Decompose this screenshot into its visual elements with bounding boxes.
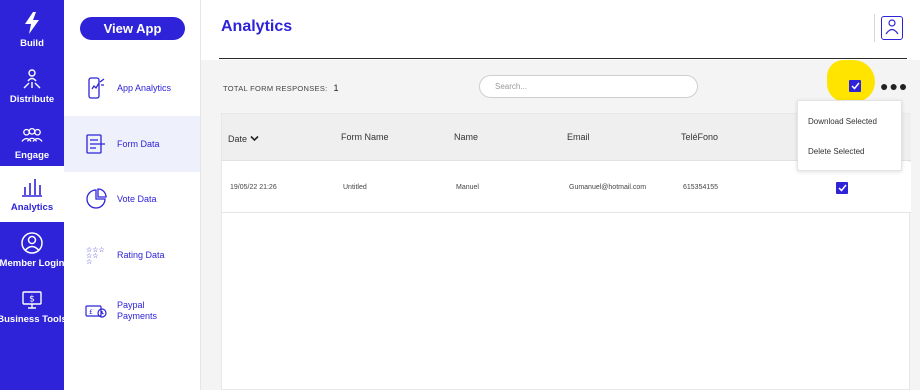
nav-item-business-tools[interactable]: $ Business Tools	[0, 278, 67, 334]
sidebar-item-label: Vote Data	[117, 193, 157, 204]
nav-label: Distribute	[9, 94, 55, 105]
svg-text:☆: ☆	[86, 258, 92, 265]
sidebar-item-paypal-payments[interactable]: £ Paypal Payments	[64, 283, 200, 339]
column-header-telefono: TeléFono	[681, 132, 719, 142]
svg-text:£: £	[89, 309, 93, 316]
nav-item-build[interactable]: Build	[0, 2, 64, 58]
sidebar-item-rating-data[interactable]: ☆☆☆ ☆☆ ☆ Rating Data	[64, 227, 200, 283]
column-header-form-name: Form Name	[341, 132, 389, 142]
engage-icon	[21, 124, 43, 146]
total-responses: TOTAL FORM RESPONSES: 1	[223, 83, 339, 93]
chevron-down-icon	[250, 134, 259, 144]
column-header-date[interactable]: Date	[228, 134, 259, 144]
nav-label: Member Login	[0, 258, 65, 269]
form-icon	[84, 132, 108, 156]
search-input[interactable]: Search...	[479, 75, 698, 98]
primary-nav: Build Distribute Engage Analytics Member…	[0, 0, 67, 390]
total-responses-label: TOTAL FORM RESPONSES:	[223, 83, 328, 93]
cell-name: Manuel	[456, 184, 479, 191]
header-divider-line	[219, 58, 907, 59]
profile-button[interactable]	[881, 16, 903, 40]
phone-analytics-icon	[84, 76, 108, 100]
pie-chart-icon	[84, 187, 108, 211]
sidebar-item-label: Rating Data	[117, 249, 165, 260]
nav-label: Business Tools	[0, 314, 67, 325]
sidebar-item-vote-data[interactable]: Vote Data	[64, 171, 200, 227]
sidebar-item-app-analytics[interactable]: App Analytics	[64, 60, 200, 116]
row-checkbox[interactable]	[836, 182, 848, 194]
svg-text:$: $	[29, 295, 35, 305]
nav-item-engage[interactable]: Engage	[0, 114, 64, 170]
menu-item-download-selected[interactable]: Download Selected	[808, 117, 877, 126]
nav-item-analytics[interactable]: Analytics	[0, 166, 64, 222]
nav-label: Build	[20, 38, 44, 49]
main-panel: Analytics TOTAL FORM RESPONSES: 1 Search…	[201, 0, 920, 390]
bolt-icon	[21, 12, 43, 34]
sidebar-item-label: App Analytics	[117, 82, 172, 93]
payment-card-icon: £	[84, 299, 108, 323]
analytics-sidebar: View App App Analytics Form Data Vote Da…	[64, 0, 201, 390]
more-options-button[interactable]: ●●●	[880, 79, 908, 93]
menu-item-delete-selected[interactable]: Delete Selected	[808, 147, 864, 156]
user-circle-icon	[21, 232, 43, 254]
sidebar-item-label: Paypal Payments	[117, 300, 158, 321]
distribute-icon	[21, 68, 43, 90]
nav-label: Engage	[14, 150, 50, 161]
total-responses-count: 1	[333, 83, 339, 93]
page-title: Analytics	[221, 18, 293, 35]
form-data-content: TOTAL FORM RESPONSES: 1 Search... ●●● Da…	[201, 60, 920, 390]
briefcase-dollar-icon: $	[21, 288, 43, 310]
actions-dropdown-menu: Download Selected Delete Selected	[797, 100, 902, 171]
bar-chart-icon	[21, 176, 43, 198]
nav-item-member-login[interactable]: Member Login	[0, 222, 64, 278]
search-placeholder: Search...	[495, 82, 528, 91]
column-header-email: Email	[567, 132, 590, 142]
column-header-name: Name	[454, 132, 479, 142]
cell-date: 19/05/22 21:26	[230, 184, 277, 191]
sidebar-item-form-data[interactable]: Form Data	[64, 116, 200, 172]
stars-icon: ☆☆☆ ☆☆ ☆	[84, 243, 108, 267]
header-divider	[874, 14, 875, 42]
app-window: Build Distribute Engage Analytics Member…	[0, 0, 920, 390]
cell-form-name: Untitled	[343, 184, 367, 191]
sidebar-item-label: Form Data	[117, 138, 160, 149]
select-all-checkbox[interactable]	[849, 80, 861, 92]
nav-item-distribute[interactable]: Distribute	[0, 58, 64, 114]
cell-telefono: 615354155	[683, 184, 719, 191]
user-profile-icon	[884, 17, 900, 40]
nav-label: Analytics	[10, 202, 54, 213]
view-app-button[interactable]: View App	[80, 17, 185, 40]
cell-email: Gumanuel@hotmail.com	[569, 184, 647, 191]
